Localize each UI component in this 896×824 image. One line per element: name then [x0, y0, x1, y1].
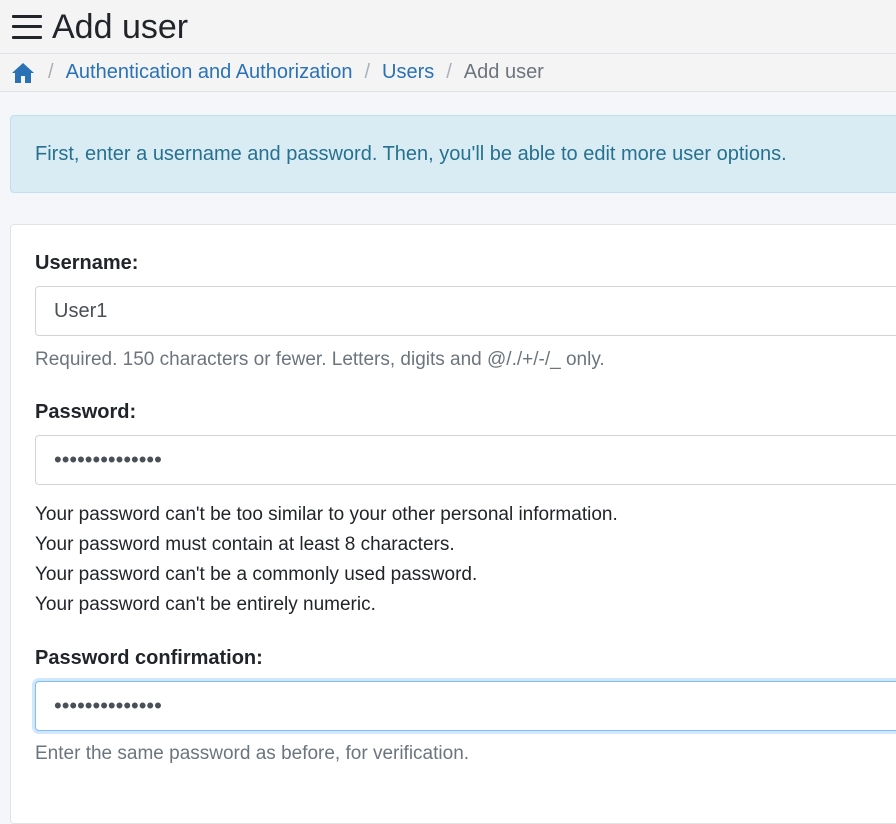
- password-confirmation-value: ••••••••••••••: [54, 693, 162, 718]
- username-label: Username:: [35, 252, 139, 274]
- password-confirmation-label: Password confirmation:: [35, 647, 263, 669]
- breadcrumb-separator: /: [446, 61, 452, 83]
- page-title: Add user: [52, 7, 189, 46]
- breadcrumb-link-auth[interactable]: Authentication and Authorization: [66, 61, 353, 84]
- breadcrumb-link-users[interactable]: Users: [382, 61, 434, 84]
- password-value: ••••••••••••••: [54, 447, 162, 472]
- info-alert-text: First, enter a username and password. Th…: [35, 142, 787, 165]
- password-input[interactable]: ••••••••••••••: [35, 435, 896, 485]
- hamburger-menu-icon[interactable]: [12, 14, 42, 39]
- info-alert: First, enter a username and password. Th…: [10, 115, 896, 193]
- password-help-item: Your password can't be entirely numeric.: [35, 594, 376, 615]
- password-help-list: Your password can't be too similar to yo…: [35, 500, 618, 620]
- password-help-item: Your password can't be too similar to yo…: [35, 504, 618, 525]
- breadcrumb-current: Add user: [463, 61, 544, 83]
- add-user-form: Username: User1 Required. 150 characters…: [10, 224, 896, 824]
- username-help: Required. 150 characters or fewer. Lette…: [35, 349, 605, 370]
- password-confirmation-help: Enter the same password as before, for v…: [35, 743, 470, 764]
- password-help-item: Your password can't be a commonly used p…: [35, 564, 478, 585]
- breadcrumb-separator: /: [48, 61, 54, 83]
- top-bar: Add user: [0, 0, 896, 54]
- breadcrumb-separator: /: [364, 61, 370, 83]
- username-value: User1: [54, 299, 108, 322]
- password-confirmation-input[interactable]: ••••••••••••••: [35, 681, 896, 731]
- home-icon[interactable]: [10, 61, 36, 85]
- breadcrumb: / Authentication and Authorization / Use…: [0, 54, 896, 92]
- password-label: Password:: [35, 401, 137, 423]
- password-help-item: Your password must contain at least 8 ch…: [35, 534, 455, 555]
- username-input[interactable]: User1: [35, 286, 896, 336]
